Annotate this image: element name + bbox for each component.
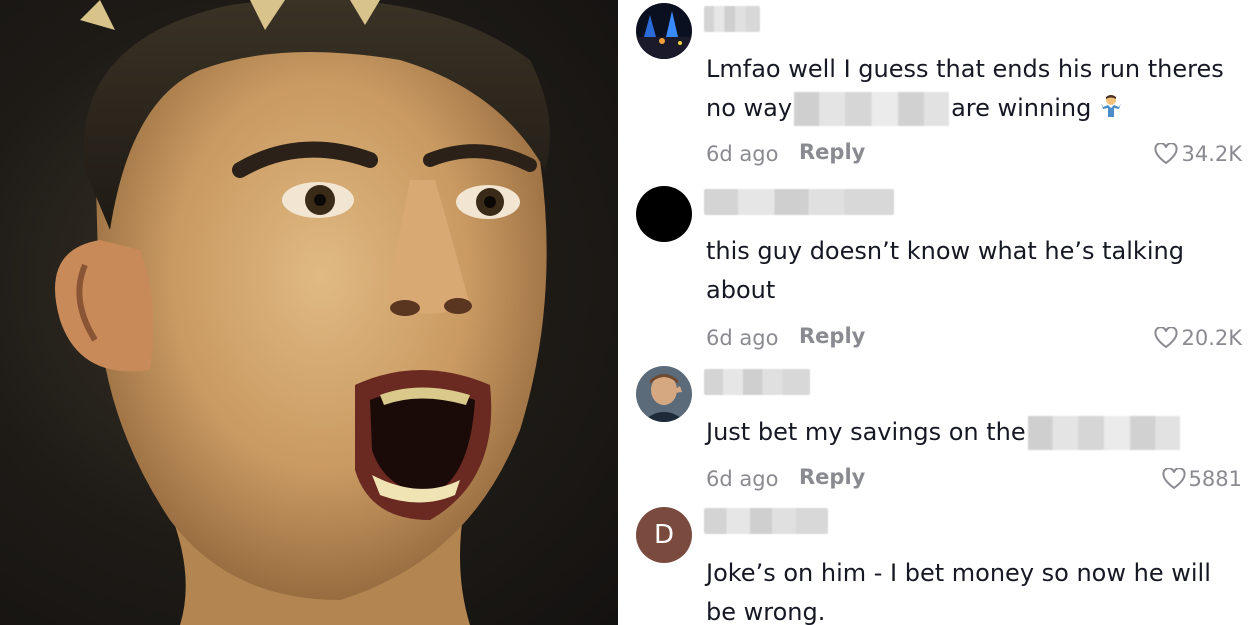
like-count: 5881 bbox=[1188, 467, 1242, 491]
comment-text: Lmfao well I guess that ends his run the… bbox=[706, 50, 1241, 129]
like-button[interactable]: 34.2K bbox=[1154, 142, 1242, 166]
username-redacted[interactable] bbox=[704, 508, 828, 534]
man-portrait-avatar[interactable] bbox=[636, 366, 692, 422]
reply-button[interactable]: Reply bbox=[799, 465, 865, 489]
comment-text: Just bet my savings on the bbox=[706, 413, 1241, 452]
heart-icon[interactable] bbox=[1154, 327, 1178, 349]
like-button[interactable]: 20.2K bbox=[1154, 326, 1242, 350]
comment-meta: 6d ago Reply 5881 bbox=[706, 465, 1242, 495]
night-city-avatar[interactable] bbox=[636, 3, 692, 59]
comment-timestamp: 6d ago bbox=[706, 467, 779, 491]
username-redacted[interactable] bbox=[704, 6, 760, 32]
redacted-text bbox=[794, 92, 950, 126]
username-redacted[interactable] bbox=[704, 369, 810, 395]
redacted-text bbox=[1027, 416, 1180, 450]
letter-avatar[interactable]: D bbox=[636, 507, 692, 563]
comment-text-part: no way bbox=[706, 94, 793, 122]
like-count: 34.2K bbox=[1181, 142, 1242, 166]
comment-text-part: are winning bbox=[951, 94, 1092, 122]
comment-text-part: Just bet my savings on the bbox=[706, 418, 1026, 446]
like-button[interactable]: 5881 bbox=[1162, 467, 1242, 491]
avatar-letter: D bbox=[653, 520, 675, 550]
comment-meta: 6d ago Reply 20.2K bbox=[706, 324, 1242, 354]
heart-icon[interactable] bbox=[1154, 143, 1178, 165]
username-redacted[interactable] bbox=[704, 189, 894, 215]
reply-button[interactable]: Reply bbox=[799, 140, 865, 164]
comment-text-part: Lmfao well I guess that ends his run the… bbox=[706, 55, 1224, 83]
like-count: 20.2K bbox=[1181, 326, 1242, 350]
comments-panel: Lmfao well I guess that ends his run the… bbox=[618, 0, 1250, 625]
photo-panel bbox=[0, 0, 618, 625]
comment-meta: 6d ago Reply 34.2K bbox=[706, 140, 1242, 170]
person-shrugging-icon bbox=[1099, 90, 1123, 129]
comment-timestamp: 6d ago bbox=[706, 326, 779, 350]
shouting-footballer-portrait bbox=[55, 0, 550, 625]
comment-timestamp: 6d ago bbox=[706, 142, 779, 166]
comment-text: Joke’s on him - I bet money so now he wi… bbox=[706, 559, 1211, 625]
heart-icon[interactable] bbox=[1162, 468, 1186, 490]
comment-text: this guy doesn’t know what he’s talking … bbox=[706, 237, 1184, 304]
reply-button[interactable]: Reply bbox=[799, 324, 865, 348]
black-circle-avatar[interactable] bbox=[636, 186, 692, 242]
